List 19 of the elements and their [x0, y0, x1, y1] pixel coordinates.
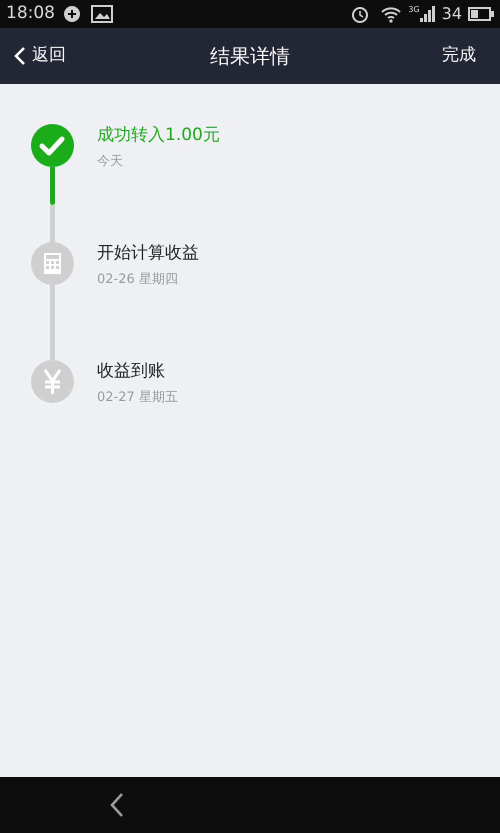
image-icon	[91, 5, 113, 23]
clock-time: 18:08	[6, 2, 55, 26]
step-title: 开始计算收益	[97, 242, 199, 264]
battery-icon	[468, 7, 494, 21]
done-button[interactable]: 完成	[442, 43, 476, 69]
page-title: 结果详情	[210, 43, 290, 70]
step-date: 02-27 星期五	[97, 389, 178, 407]
wifi-icon	[380, 5, 402, 23]
back-button[interactable]: 返回	[14, 43, 66, 69]
back-icon	[14, 46, 26, 66]
step-date: 02-26 星期四	[97, 271, 179, 289]
step-title: 成功转入1.00元	[97, 124, 220, 146]
back-icon[interactable]	[109, 792, 125, 818]
signal-icon	[420, 5, 436, 23]
battery-level: 34	[442, 3, 462, 25]
alarm-icon	[350, 4, 370, 24]
step-date: 今天	[97, 153, 124, 171]
network-type: 3G	[408, 4, 420, 16]
step-title: 收益到账	[97, 360, 166, 382]
